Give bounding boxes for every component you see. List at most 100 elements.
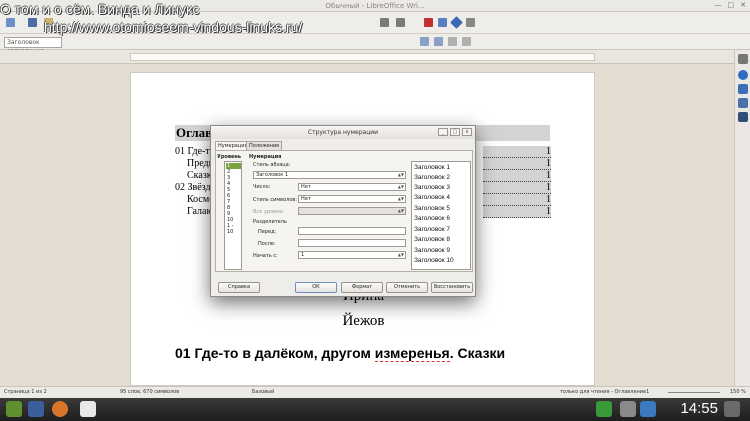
tools-icon[interactable] (620, 401, 636, 417)
tab-position[interactable]: Положение (246, 141, 283, 150)
preview-item: Заголовок 3 (414, 184, 450, 191)
spin-arrows-icon: ▲▼ (397, 196, 404, 201)
paragraph-style-label: Стиль абзаца: (253, 162, 291, 168)
outline-numbering-dialog: Структура нумерации _ □ x Нумерация Поло… (210, 125, 476, 297)
file-manager-icon[interactable] (28, 401, 44, 417)
minimize-icon[interactable]: _ (438, 128, 448, 136)
firefox-icon[interactable] (52, 401, 68, 417)
chevron-down-icon[interactable] (462, 37, 471, 46)
taskbar: 14:55 (0, 398, 750, 421)
status-page[interactable]: Страница 1 из 2 (4, 387, 47, 398)
start-at-spinner[interactable]: 1 ▲▼ (298, 251, 406, 259)
preview-item: Заголовок 2 (414, 174, 450, 181)
maximize-icon[interactable]: □ (450, 128, 460, 136)
preview-item: Заголовок 9 (414, 247, 450, 254)
levels-list[interactable]: 1 2 3 4 5 6 7 8 9 10 1 - 10 (224, 161, 242, 270)
preview-item: Заголовок 5 (414, 205, 450, 212)
after-input[interactable] (298, 239, 406, 247)
find-icon[interactable] (380, 18, 389, 27)
numbering-header: Нумерация (249, 154, 282, 160)
paragraph-style-value: Заголовок 1 (256, 172, 289, 178)
toc-line[interactable]: 02 Звёзд (175, 182, 211, 194)
preview-item: Заголовок 4 (414, 194, 450, 201)
chapter-title-start: 01 Где-то в далёком, другом (175, 345, 375, 361)
zoom-slider[interactable] (668, 392, 720, 393)
writer-task-icon[interactable] (80, 401, 96, 417)
char-style-label: Стиль символов: (253, 197, 298, 203)
spin-arrows-icon: ▲▼ (397, 184, 404, 189)
reset-button[interactable]: Восстановить (431, 282, 473, 293)
separator-label: Разделитель (253, 219, 287, 225)
watermark-url: http://www.otomioseem-vindous-linuks.ru/ (44, 19, 303, 35)
status-bar: Страница 1 из 2 95 слов, 670 символов Ба… (0, 386, 750, 398)
formatting-toolbar (0, 34, 750, 50)
show-desktop-icon[interactable] (724, 401, 740, 417)
chapter-heading: 01 Где-то в далёком, другом измеренья. С… (175, 344, 505, 362)
spin-arrows-icon: ▲▼ (397, 208, 404, 213)
char-style-select[interactable]: Нет ▲▼ (298, 195, 406, 203)
number-select[interactable]: Нет ▲▼ (298, 183, 406, 191)
status-word-count[interactable]: 95 слов, 670 символов (120, 387, 179, 398)
minimize-icon[interactable]: — (715, 1, 722, 9)
help-button[interactable]: Справка (218, 282, 260, 293)
format-button[interactable]: Формат (341, 282, 383, 293)
download-icon[interactable] (596, 401, 612, 417)
misspelled-word[interactable]: измеренья (374, 345, 450, 362)
start-at-value: 1 (301, 252, 305, 258)
status-page-style[interactable]: Базовый (252, 387, 274, 398)
numbering-preview: Заголовок 1 Заголовок 2 Заголовок 3 Заго… (411, 161, 471, 270)
preview-item: Заголовок 7 (414, 226, 450, 233)
paragraph-style-select[interactable]: Заголовок 1 ▲▼ (253, 171, 406, 179)
author-last-name: Йежов (342, 313, 385, 329)
levels-header: Уровень (217, 154, 242, 160)
toc-line[interactable]: Сказк (187, 170, 212, 182)
spin-arrows-icon: ▲▼ (397, 252, 404, 257)
status-zoom[interactable]: 150 % (730, 387, 746, 398)
dialog-window-controls: _ □ x (438, 128, 472, 136)
spellcheck-icon[interactable] (396, 18, 405, 27)
shapes-icon[interactable] (450, 16, 463, 29)
chevron-down-icon[interactable] (466, 18, 475, 27)
window-controls: — □ ✕ (715, 1, 747, 9)
toc-page-number: 1 (483, 182, 551, 194)
navigator-icon[interactable] (738, 112, 748, 122)
status-mode: только для чтения - Оглавление1 (560, 389, 650, 395)
styles-icon[interactable] (738, 84, 748, 94)
show-levels-spinner: ▲▼ (298, 207, 406, 215)
close-icon[interactable]: x (462, 128, 472, 136)
number-label: Число: (253, 184, 271, 190)
preview-item: Заголовок 10 (414, 257, 454, 264)
ruler-text-area[interactable] (130, 53, 595, 61)
dialog-title: Структура нумерации (211, 126, 475, 139)
preview-item: Заголовок 6 (414, 215, 450, 222)
border-icon[interactable] (434, 37, 443, 46)
gallery-icon[interactable] (738, 98, 748, 108)
background-color-icon[interactable] (448, 37, 457, 46)
number-value: Нет (301, 184, 311, 190)
chapter-title-end: . Сказки (449, 345, 506, 361)
table-icon[interactable] (424, 18, 433, 27)
spin-arrows-icon: ▲▼ (397, 172, 404, 177)
level-item[interactable]: 1 - 10 (226, 223, 241, 235)
network-icon[interactable] (640, 401, 656, 417)
show-levels-label: Все уровни: (253, 209, 285, 215)
toc-page-number: 1 (483, 194, 551, 206)
columns-icon[interactable] (420, 37, 429, 46)
start-menu-icon[interactable] (6, 401, 22, 417)
toc-page-number: 1 (483, 170, 551, 182)
maximize-icon[interactable]: □ (728, 1, 735, 9)
clock[interactable]: 14:55 (680, 400, 718, 418)
close-icon[interactable]: ✕ (740, 1, 746, 9)
ok-button[interactable]: ОК (295, 282, 337, 293)
before-input[interactable] (298, 227, 406, 235)
cancel-button[interactable]: Отменить (386, 282, 428, 293)
start-at-label: Начать с: (253, 253, 278, 259)
preview-item: Заголовок 8 (414, 236, 450, 243)
menu-icon[interactable] (738, 54, 748, 64)
paragraph-style-box[interactable]: Заголовок оглавления (4, 37, 62, 55)
toc-page-number: 1 (483, 206, 551, 218)
before-label: Перед: (258, 229, 277, 235)
toc-line[interactable]: 01 Где-то (175, 146, 215, 158)
draw-line-icon[interactable] (438, 18, 447, 27)
properties-icon[interactable] (738, 70, 748, 80)
